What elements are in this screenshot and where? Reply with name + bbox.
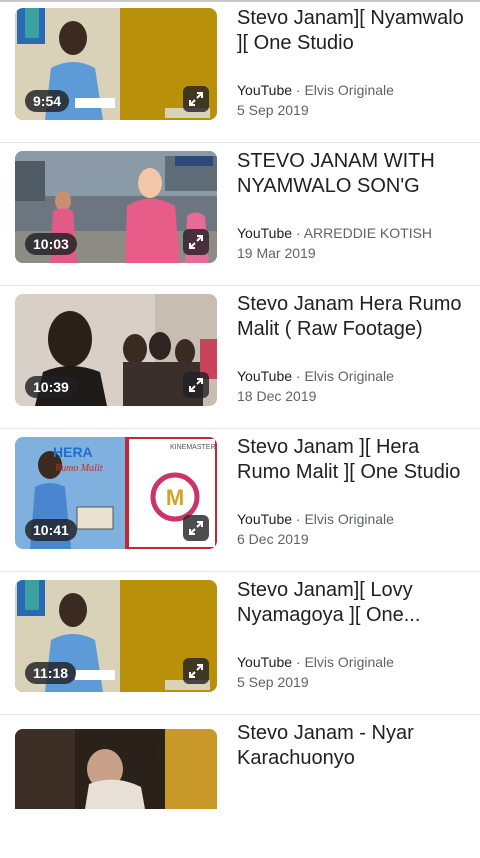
svg-text:M: M (166, 485, 184, 510)
video-title[interactable]: Stevo Janam][ Lovy Nyamagoya ][ One... (237, 578, 471, 628)
video-thumbnail[interactable] (15, 729, 217, 809)
video-channel: Elvis Originale (304, 368, 394, 384)
expand-icon[interactable] (183, 658, 209, 684)
meta-separator: · (292, 368, 305, 384)
video-channel: Elvis Originale (304, 82, 394, 98)
video-meta: YouTube · Elvis Originale 6 Dec 2019 (237, 509, 394, 549)
video-results-list: 9:54 Stevo Janam][ Nyamwalo ][ One Studi… (0, 0, 480, 858)
video-meta: YouTube · ARREDDIE KOTISH 19 Mar 2019 (237, 223, 432, 263)
video-result[interactable]: 10:39 Stevo Janam Hera Rumo Malit ( Raw … (0, 286, 480, 429)
video-result[interactable]: M HERA Rumo Malit KINEMASTER 10:41 Stevo… (0, 429, 480, 572)
video-result[interactable]: 9:54 Stevo Janam][ Nyamwalo ][ One Studi… (0, 0, 480, 143)
duration-badge: 10:41 (25, 519, 77, 541)
duration-badge: 9:54 (25, 90, 70, 112)
video-title[interactable]: Stevo Janam Hera Rumo Malit ( Raw Footag… (237, 292, 471, 342)
thumb-watermark-text: KINEMASTER (170, 444, 216, 451)
video-source: YouTube (237, 368, 293, 384)
video-source: YouTube (237, 654, 293, 670)
video-source: YouTube (237, 82, 293, 98)
video-channel: Elvis Originale (304, 511, 394, 527)
thumb-subtitle-text: Rumo Malit (54, 463, 103, 474)
video-channel: Elvis Originale (304, 654, 394, 670)
expand-icon[interactable] (183, 515, 209, 541)
video-date: 19 Mar 2019 (237, 245, 316, 261)
expand-icon[interactable] (183, 229, 209, 255)
video-result[interactable]: 10:03 STEVO JANAM WITH NYAMWALO SON'G Yo… (0, 143, 480, 286)
video-thumbnail[interactable]: 10:39 (15, 294, 217, 406)
meta-separator: · (292, 225, 304, 241)
video-source: YouTube (237, 225, 293, 241)
meta-separator: · (292, 82, 305, 98)
video-date: 18 Dec 2019 (237, 388, 317, 404)
duration-badge: 11:18 (25, 662, 77, 684)
video-title[interactable]: STEVO JANAM WITH NYAMWALO SON'G (237, 149, 471, 199)
expand-icon[interactable] (183, 372, 209, 398)
thumb-title-text: HERA (53, 444, 93, 460)
duration-badge: 10:39 (25, 376, 77, 398)
video-meta: YouTube · Elvis Originale 18 Dec 2019 (237, 366, 394, 406)
video-thumbnail[interactable]: 10:03 (15, 151, 217, 263)
video-title[interactable]: Stevo Janam - Nyar Karachuonyo (237, 721, 471, 771)
video-title[interactable]: Stevo Janam ][ Hera Rumo Malit ][ One St… (237, 435, 471, 485)
meta-separator: · (292, 511, 305, 527)
video-thumbnail[interactable]: 11:18 (15, 580, 217, 692)
video-meta: YouTube · Elvis Originale 5 Sep 2019 (237, 80, 394, 120)
video-result[interactable]: 11:18 Stevo Janam][ Lovy Nyamagoya ][ On… (0, 572, 480, 715)
video-date: 5 Sep 2019 (237, 674, 309, 690)
video-channel: ARREDDIE KOTISH (303, 225, 433, 241)
duration-badge: 10:03 (25, 233, 77, 255)
video-result[interactable]: Stevo Janam - Nyar Karachuonyo (0, 715, 480, 858)
video-thumbnail[interactable]: M HERA Rumo Malit KINEMASTER 10:41 (15, 437, 217, 549)
video-date: 5 Sep 2019 (237, 102, 309, 118)
video-title[interactable]: Stevo Janam][ Nyamwalo ][ One Studio (237, 6, 471, 56)
video-thumbnail[interactable]: 9:54 (15, 8, 217, 120)
expand-icon[interactable] (183, 86, 209, 112)
video-source: YouTube (237, 511, 293, 527)
meta-separator: · (292, 654, 305, 670)
video-date: 6 Dec 2019 (237, 531, 309, 547)
video-meta: YouTube · Elvis Originale 5 Sep 2019 (237, 652, 394, 692)
